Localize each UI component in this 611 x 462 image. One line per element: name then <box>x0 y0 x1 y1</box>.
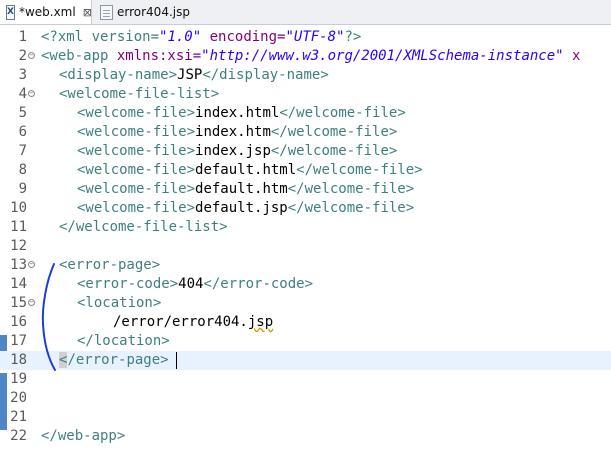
line-number: 15 <box>10 295 27 311</box>
tab-web-xml[interactable]: X *web.xml ⊠ <box>0 0 92 24</box>
line-number: 16 <box>10 314 27 330</box>
code-text: <welcome-file>index.jsp</welcome-file> <box>77 143 398 159</box>
code-text: <display-name>JSP</display-name> <box>59 67 329 83</box>
code-line: 8 <welcome-file>default.html</welcome-fi… <box>0 161 611 180</box>
code-text: <welcome-file>index.htm</welcome-file> <box>77 124 398 140</box>
text-cursor <box>176 352 177 369</box>
code-line: 10 <welcome-file>default.jsp</welcome-fi… <box>0 199 611 218</box>
line-number: 5 <box>18 105 27 121</box>
code-text: <error-code>404</error-code> <box>77 276 314 292</box>
fold-toggle-icon[interactable]: − <box>28 52 35 59</box>
code-line: 2 − <web-app xmlns:xsi="http://www.w3.or… <box>0 47 611 66</box>
line-number: 18 <box>10 352 27 368</box>
code-line: 22 </web-app> <box>0 427 611 446</box>
code-line: 15 − <location> <box>0 294 611 313</box>
code-text: <welcome-file-list> <box>59 86 220 102</box>
line-number: 8 <box>18 162 27 178</box>
line-number: 17 <box>10 333 27 349</box>
line-number: 14 <box>10 276 27 292</box>
code-text: </location> <box>77 333 170 349</box>
tab-error404-jsp[interactable]: error404.jsp <box>94 0 204 24</box>
line-number: 20 <box>10 390 27 406</box>
code-line: 11 </welcome-file-list> <box>0 218 611 237</box>
fold-toggle-icon[interactable]: − <box>28 299 35 306</box>
code-text: <welcome-file>default.htm</welcome-file> <box>77 181 415 197</box>
code-line: 3 <display-name>JSP</display-name> <box>0 66 611 85</box>
code-line: 1 <?xml version="1.0" encoding="UTF-8"?> <box>0 28 611 47</box>
code-text: </welcome-file-list> <box>59 219 228 235</box>
line-number: 19 <box>10 371 27 387</box>
code-line: 5 <welcome-file>index.html</welcome-file… <box>0 104 611 123</box>
code-line: 4 − <welcome-file-list> <box>0 85 611 104</box>
line-number: 2 <box>18 48 27 64</box>
jsp-file-icon <box>100 4 113 20</box>
code-text: </web-app> <box>41 428 126 444</box>
code-line: 14 <error-code>404</error-code> <box>0 275 611 294</box>
code-line: 16 /error/error404.jsp <box>0 313 611 332</box>
line-number: 13 <box>10 257 27 273</box>
code-text: <welcome-file>index.html</welcome-file> <box>77 105 406 121</box>
line-number: 12 <box>10 238 27 254</box>
line-number: 4 <box>18 86 27 102</box>
xml-file-icon: X <box>6 4 15 20</box>
line-number: 9 <box>18 181 27 197</box>
code-text: <welcome-file>default.html</welcome-file… <box>77 162 423 178</box>
code-text: <welcome-file>default.jsp</welcome-file> <box>77 200 415 216</box>
code-line: 19 <box>0 370 611 389</box>
fold-toggle-icon[interactable]: − <box>28 261 35 268</box>
code-line: 6 <welcome-file>index.htm</welcome-file> <box>0 123 611 142</box>
line-number: 3 <box>18 67 27 83</box>
line-number: 6 <box>18 124 27 140</box>
code-text: </error-page> <box>59 352 169 368</box>
code-text: <error-page> <box>59 257 161 273</box>
xml-source-editor[interactable]: 1 <?xml version="1.0" encoding="UTF-8"?>… <box>0 25 611 462</box>
line-number: 11 <box>10 219 27 235</box>
code-text: <?xml version="1.0" encoding="UTF-8"?> <box>41 29 362 45</box>
line-number: 1 <box>18 29 27 45</box>
editor-tab-bar: X *web.xml ⊠ error404.jsp <box>0 0 611 25</box>
line-number: 21 <box>10 409 27 425</box>
code-line: 12 <box>0 237 611 256</box>
code-text: <location> <box>77 295 162 311</box>
code-line: 17 </location> <box>0 332 611 351</box>
tab-label: error404.jsp <box>117 5 190 19</box>
line-number: 22 <box>10 428 27 444</box>
fold-toggle-icon[interactable]: − <box>28 90 35 97</box>
code-line: 7 <welcome-file>index.jsp</welcome-file> <box>0 142 611 161</box>
line-number: 10 <box>10 200 27 216</box>
close-icon[interactable]: ⊠ <box>83 6 92 19</box>
tab-label: *web.xml <box>18 5 76 19</box>
code-text: /error/error404.jsp <box>113 314 274 330</box>
line-number: 7 <box>18 143 27 159</box>
current-code-line: 18 </error-page> <box>0 351 611 370</box>
code-line: 9 <welcome-file>default.htm</welcome-fil… <box>0 180 611 199</box>
code-line: 20 <box>0 389 611 408</box>
code-line: 21 <box>0 408 611 427</box>
code-line: 13 − <error-page> <box>0 256 611 275</box>
code-text: <web-app xmlns:xsi="http://www.w3.org/20… <box>41 48 581 64</box>
